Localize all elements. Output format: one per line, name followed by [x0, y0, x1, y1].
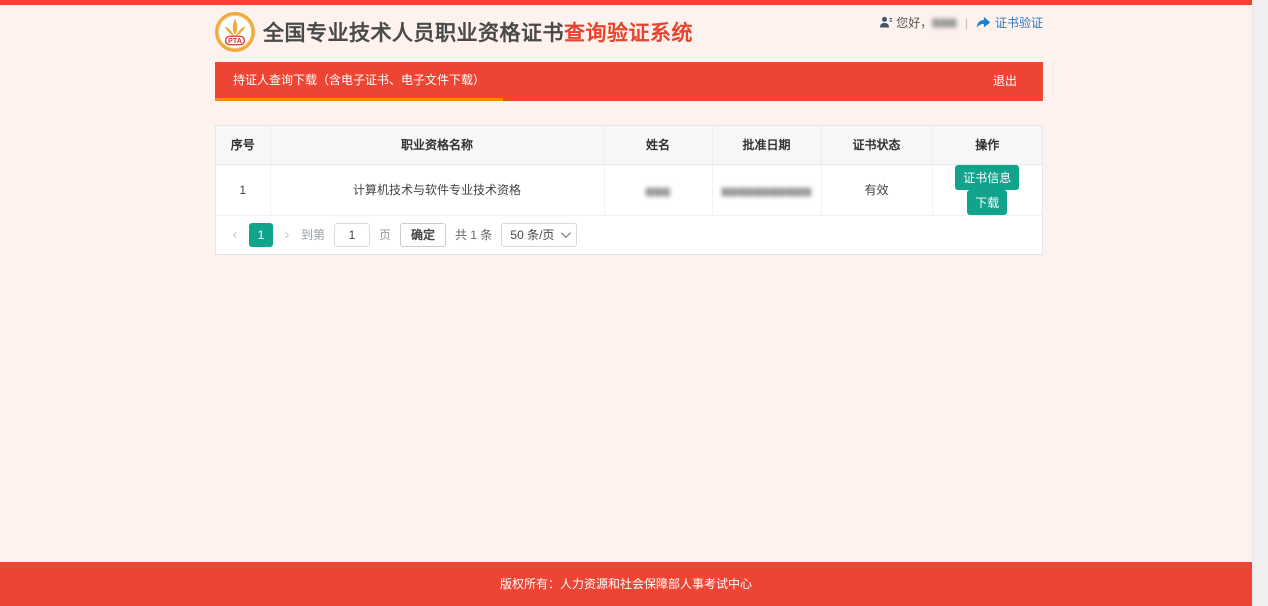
cell-qualification: 计算机技术与软件专业技术资格 — [270, 164, 604, 215]
col-header-status: 证书状态 — [821, 126, 932, 164]
logout-button[interactable]: 退出 — [993, 62, 1043, 101]
col-header-index: 序号 — [216, 126, 270, 164]
results-table: 序号 职业资格名称 姓名 批准日期 证书状态 操作 1 计算机技术与软件专业技术… — [216, 126, 1042, 216]
nav-bar: 持证人查询下载（含电子证书、电子文件下载） 退出 — [215, 62, 1043, 101]
results-card: 序号 职业资格名称 姓名 批准日期 证书状态 操作 1 计算机技术与软件专业技术… — [215, 125, 1043, 255]
certificate-info-button[interactable]: 证书信息 — [955, 165, 1019, 190]
current-page-button[interactable]: 1 — [249, 223, 273, 247]
goto-prefix-label: 到第 — [301, 226, 325, 243]
prev-page-icon[interactable]: ‹ — [230, 224, 240, 246]
site-title-accent: 查询验证系统 — [564, 22, 693, 45]
next-page-icon[interactable]: › — [282, 224, 292, 246]
goto-suffix-label: 页 — [379, 226, 391, 243]
cell-name: ▆▆▆ — [604, 164, 712, 215]
footer: 版权所有：人力资源和社会保障部人事考试中心 — [0, 562, 1252, 606]
pagination: ‹ 1 › 到第 页 确定 共 1 条 50 条/页 — [216, 216, 1042, 254]
certificate-verify-link[interactable]: 证书验证 — [976, 14, 1043, 31]
brand: PTA 全国专业技术人员职业资格证书查询验证系统 — [215, 12, 693, 52]
site-header: PTA 全国专业技术人员职业资格证书查询验证系统 您好， ▆▆▆ | — [215, 5, 1043, 62]
col-header-actions: 操作 — [932, 126, 1042, 164]
separator: | — [965, 16, 968, 30]
scrollbar[interactable] — [1252, 0, 1268, 606]
cell-approval-date: ▆▆▆▆▆▆▆▆▆▆▆ — [712, 164, 821, 215]
pta-logo-icon: PTA — [215, 12, 255, 52]
total-count-label: 共 1 条 — [455, 226, 492, 243]
masked-user-name: ▆▆▆ — [932, 17, 957, 28]
download-button[interactable]: 下载 — [967, 190, 1007, 215]
share-arrow-icon — [976, 16, 991, 29]
greeting-text: 您好， — [896, 14, 932, 31]
page-size-select[interactable]: 50 条/页 — [501, 223, 577, 247]
user-bar: 您好， ▆▆▆ | 证书验证 — [879, 14, 1043, 31]
cell-status: 有效 — [821, 164, 932, 215]
user-icon — [879, 16, 892, 29]
cell-actions: 证书信息 下载 — [932, 164, 1042, 215]
masked-holder-name: ▆▆▆ — [646, 186, 671, 197]
goto-page-input[interactable] — [334, 223, 370, 247]
tab-holder-query-download[interactable]: 持证人查询下载（含电子证书、电子文件下载） — [215, 62, 503, 101]
masked-approval-date: ▆▆▆▆▆▆▆▆▆▆▆ — [721, 186, 811, 197]
certificate-verify-label: 证书验证 — [995, 14, 1043, 31]
chevron-down-icon — [561, 228, 571, 238]
table-row: 1 计算机技术与软件专业技术资格 ▆▆▆ ▆▆▆▆▆▆▆▆▆▆▆ 有效 证书信息… — [216, 164, 1042, 215]
svg-text:PTA: PTA — [228, 37, 242, 45]
goto-confirm-button[interactable]: 确定 — [400, 223, 446, 247]
cell-index: 1 — [216, 164, 270, 215]
main-content: PTA 全国专业技术人员职业资格证书查询验证系统 您好， ▆▆▆ | — [215, 5, 1043, 255]
copyright-text: 版权所有：人力资源和社会保障部人事考试中心 — [500, 577, 752, 591]
page-size-value: 50 条/页 — [510, 226, 554, 243]
col-header-approval-date: 批准日期 — [712, 126, 821, 164]
table-header-row: 序号 职业资格名称 姓名 批准日期 证书状态 操作 — [216, 126, 1042, 164]
site-title: 全国专业技术人员职业资格证书查询验证系统 — [263, 17, 693, 47]
col-header-name: 姓名 — [604, 126, 712, 164]
col-header-qualification: 职业资格名称 — [270, 126, 604, 164]
site-title-main: 全国专业技术人员职业资格证书 — [263, 22, 564, 45]
